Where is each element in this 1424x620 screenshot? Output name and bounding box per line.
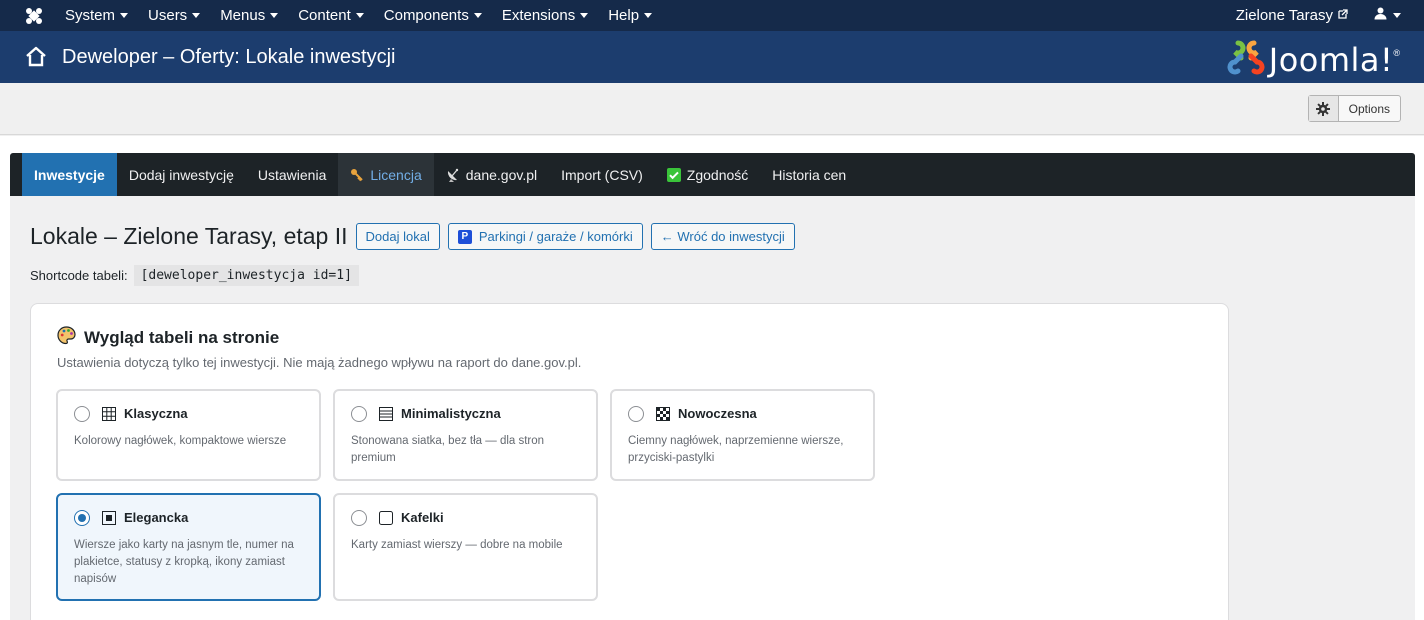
registered-mark: ® [1393, 47, 1400, 58]
tab-licencja[interactable]: Licencja [338, 153, 434, 196]
menu-content[interactable]: Content [298, 7, 364, 24]
joomla-logo-icon [1227, 38, 1265, 81]
style-option-desc: Ciemny nagłówek, naprzemienne wiersze, p… [628, 435, 844, 464]
grid-icon [102, 406, 116, 421]
caret-down-icon [644, 13, 653, 18]
palette-icon [57, 326, 76, 350]
menu-components[interactable]: Components [384, 7, 482, 24]
style-option-kafelki[interactable]: Kafelki Karty zamiast wierszy — dobre na… [333, 493, 598, 601]
page-header: Deweloper – Oferty: Lokale inwestycji Jo… [0, 31, 1424, 83]
menu-users[interactable]: Users [148, 7, 201, 24]
home-icon[interactable] [24, 45, 48, 69]
admin-menubar: System Users Menus Content Components Ex… [0, 0, 1424, 31]
joomla-brand: Joomla! ® [1227, 38, 1400, 81]
table-style-card: Wygląd tabeli na stronie Ustawienia doty… [30, 303, 1229, 620]
caret-down-icon [120, 13, 129, 18]
plugin-tabs: Inwestycje Dodaj inwestycję Ustawienia L… [10, 153, 1415, 196]
tab-import-csv[interactable]: Import (CSV) [549, 153, 655, 196]
style-option-desc: Karty zamiast wierszy — dobre na mobile [351, 539, 563, 551]
external-link-icon [1338, 9, 1348, 22]
caret-down-icon [355, 13, 364, 18]
view-site-link[interactable]: Zielone Tarasy [1236, 7, 1348, 24]
page-title: Deweloper – Oferty: Lokale inwestycji [62, 45, 396, 68]
style-option-minimalistyczna[interactable]: Minimalistyczna Stonowana siatka, bez tł… [333, 389, 598, 481]
empty-square-icon [379, 510, 393, 525]
options-button[interactable]: Options [1307, 95, 1401, 122]
toolbar: Options [0, 83, 1424, 135]
style-radio[interactable] [351, 406, 367, 422]
tab-historia-cen[interactable]: Historia cen [760, 153, 858, 196]
key-icon [350, 168, 364, 182]
caret-down-icon [192, 13, 201, 18]
style-option-nowoczesna[interactable]: Nowoczesna Ciemny nagłówek, naprzemienne… [610, 389, 875, 481]
back-button[interactable]: ← Wróć do inwestycji [650, 223, 795, 250]
lines-icon [379, 406, 393, 421]
caret-down-icon [473, 13, 482, 18]
style-option-name: Kafelki [401, 510, 444, 525]
gear-icon [1308, 96, 1339, 121]
style-option-desc: Kolorowy nagłówek, kompaktowe wiersze [74, 435, 287, 447]
checker-icon [656, 406, 670, 421]
joomla-logo-icon[interactable] [23, 5, 45, 27]
style-option-desc: Stonowana siatka, bez tła — dla stron pr… [351, 435, 545, 464]
tab-inwestycje[interactable]: Inwestycje [22, 153, 117, 196]
style-option-name: Klasyczna [124, 406, 188, 421]
tab-dodaj-inwestycje[interactable]: Dodaj inwestycję [117, 153, 246, 196]
user-menu[interactable] [1374, 7, 1401, 25]
style-radio[interactable] [74, 406, 90, 422]
style-option-name: Elegancka [124, 510, 189, 525]
style-option-desc: Wiersze jako karty na jasnym tle, numer … [74, 539, 294, 585]
square-dot-icon [102, 510, 116, 525]
add-unit-button[interactable]: Dodaj lokal [355, 223, 440, 250]
caret-down-icon [580, 13, 589, 18]
page-heading-row: Lokale – Zielone Tarasy, etap II Dodaj l… [30, 223, 803, 250]
menu-help[interactable]: Help [608, 7, 653, 24]
menu-menus[interactable]: Menus [220, 7, 279, 24]
card-subtitle: Ustawienia dotyczą tylko tej inwestycji.… [57, 355, 582, 370]
menu-system[interactable]: System [65, 7, 129, 24]
tab-dane-gov[interactable]: dane.gov.pl [434, 153, 549, 196]
brand-name: Joomla! [1268, 40, 1394, 79]
parking-icon: P [457, 229, 472, 244]
caret-down-icon [1393, 13, 1401, 18]
main-panel: Lokale – Zielone Tarasy, etap II Dodaj l… [10, 196, 1415, 620]
shortcode-label: Shortcode tabeli: [30, 268, 128, 283]
style-option-name: Nowoczesna [678, 406, 757, 421]
shortcode-value[interactable]: [deweloper_inwestycja id=1] [133, 265, 359, 286]
tab-ustawienia[interactable]: Ustawienia [246, 153, 338, 196]
menu-extensions[interactable]: Extensions [502, 7, 589, 24]
style-option-name: Minimalistyczna [401, 406, 501, 421]
style-option-klasyczna[interactable]: Klasyczna Kolorowy nagłówek, kompaktowe … [56, 389, 321, 481]
style-radio[interactable] [74, 510, 90, 526]
shortcode-row: Shortcode tabeli: [deweloper_inwestycja … [30, 265, 359, 286]
style-option-elegancka[interactable]: Elegancka Wiersze jako karty na jasnym t… [56, 493, 321, 601]
page-heading: Lokale – Zielone Tarasy, etap II [30, 223, 348, 249]
card-title: Wygląd tabeli na stronie [57, 326, 279, 350]
style-radio[interactable] [628, 406, 644, 422]
caret-down-icon [270, 13, 279, 18]
check-icon [666, 167, 681, 182]
parking-button[interactable]: P Parkingi / garaże / komórki [447, 223, 643, 250]
style-radio[interactable] [351, 510, 367, 526]
satellite-icon [446, 168, 460, 182]
user-icon [1374, 7, 1387, 25]
tab-zgodnosc[interactable]: Zgodność [655, 153, 760, 196]
